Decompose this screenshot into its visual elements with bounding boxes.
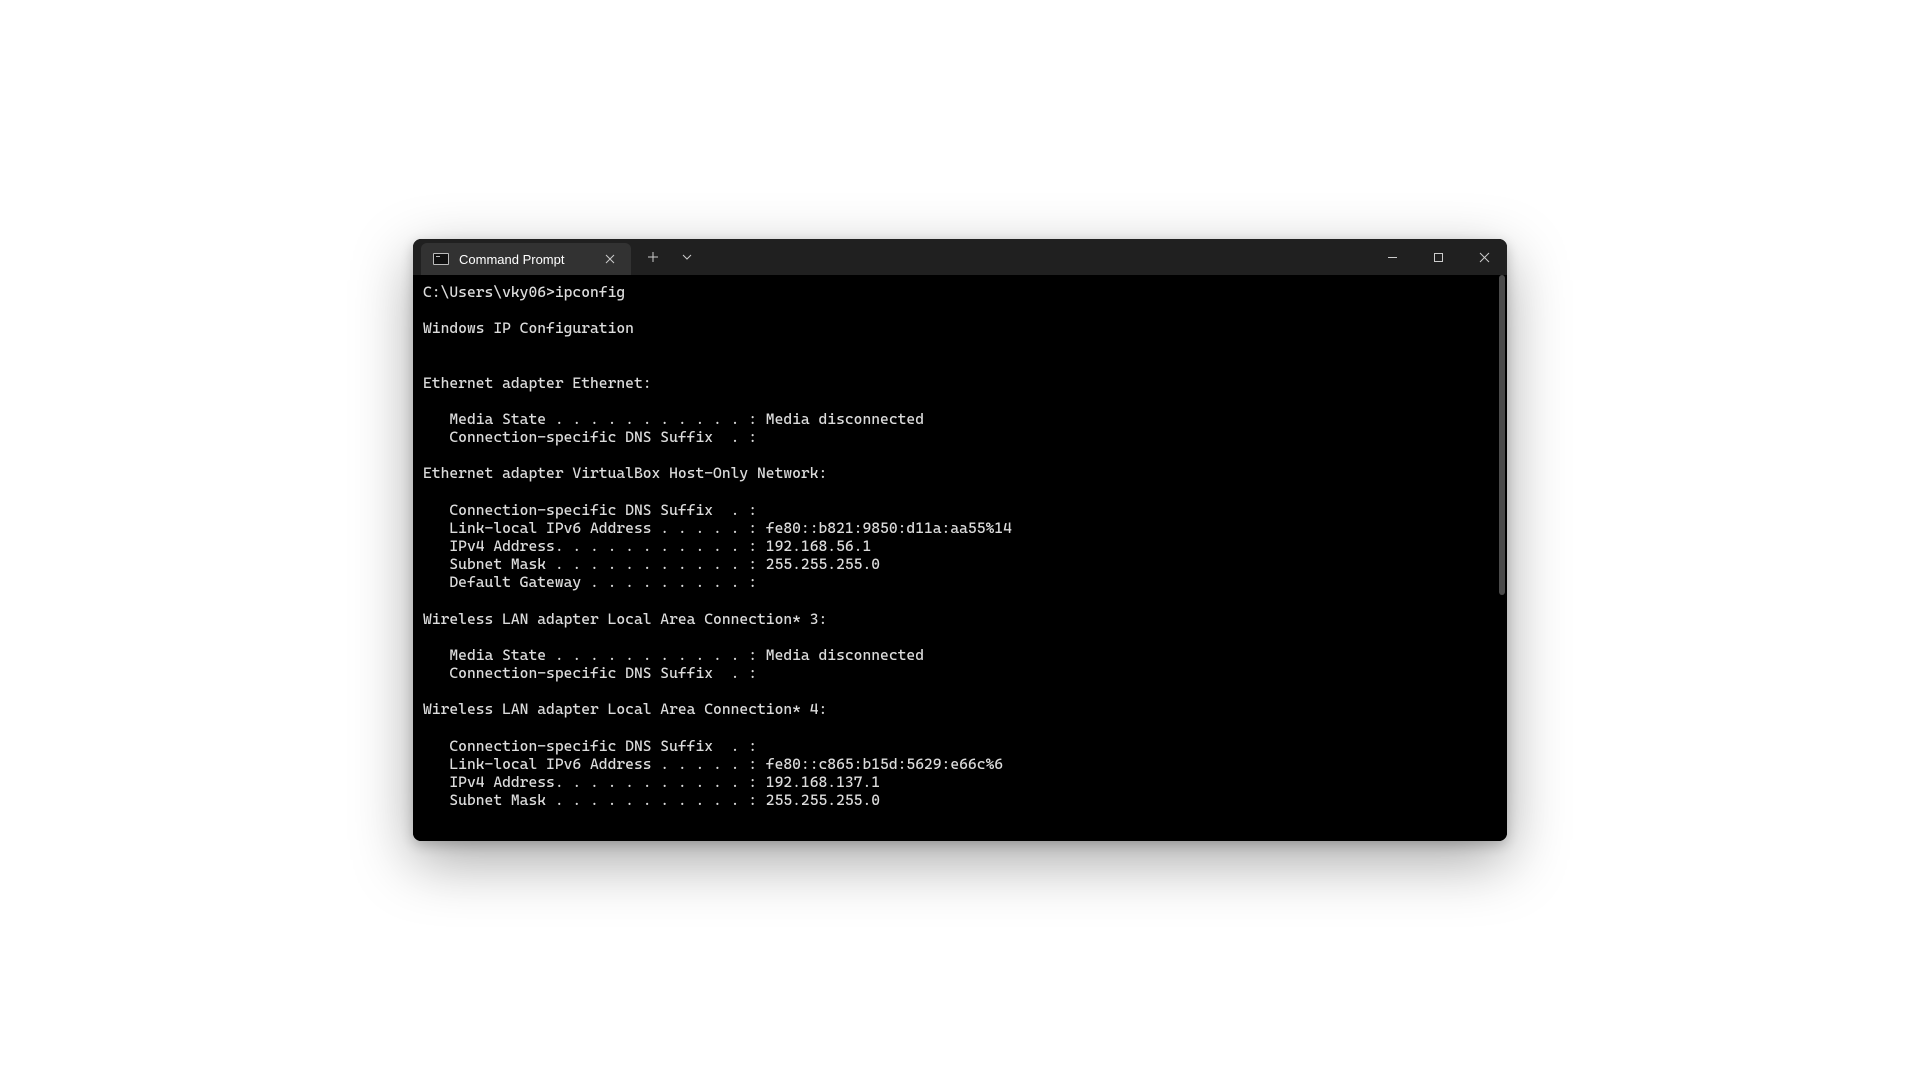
close-window-button[interactable] [1461, 239, 1507, 275]
window-controls [1369, 239, 1507, 275]
tab-dropdown-button[interactable] [671, 241, 703, 273]
tabbar-controls [637, 239, 703, 275]
new-tab-button[interactable] [637, 241, 669, 273]
terminal-window: Command Prompt C:\Users\vky06>i [413, 239, 1507, 841]
terminal-output[interactable]: C:\Users\vky06>ipconfig Windows IP Confi… [413, 275, 1507, 841]
scrollbar-thumb[interactable] [1499, 275, 1505, 595]
maximize-button[interactable] [1415, 239, 1461, 275]
minimize-button[interactable] [1369, 239, 1415, 275]
close-tab-button[interactable] [601, 250, 619, 268]
titlebar: Command Prompt [413, 239, 1507, 275]
tab-command-prompt[interactable]: Command Prompt [421, 243, 631, 275]
terminal-icon [433, 253, 449, 265]
tab-title: Command Prompt [459, 252, 591, 267]
